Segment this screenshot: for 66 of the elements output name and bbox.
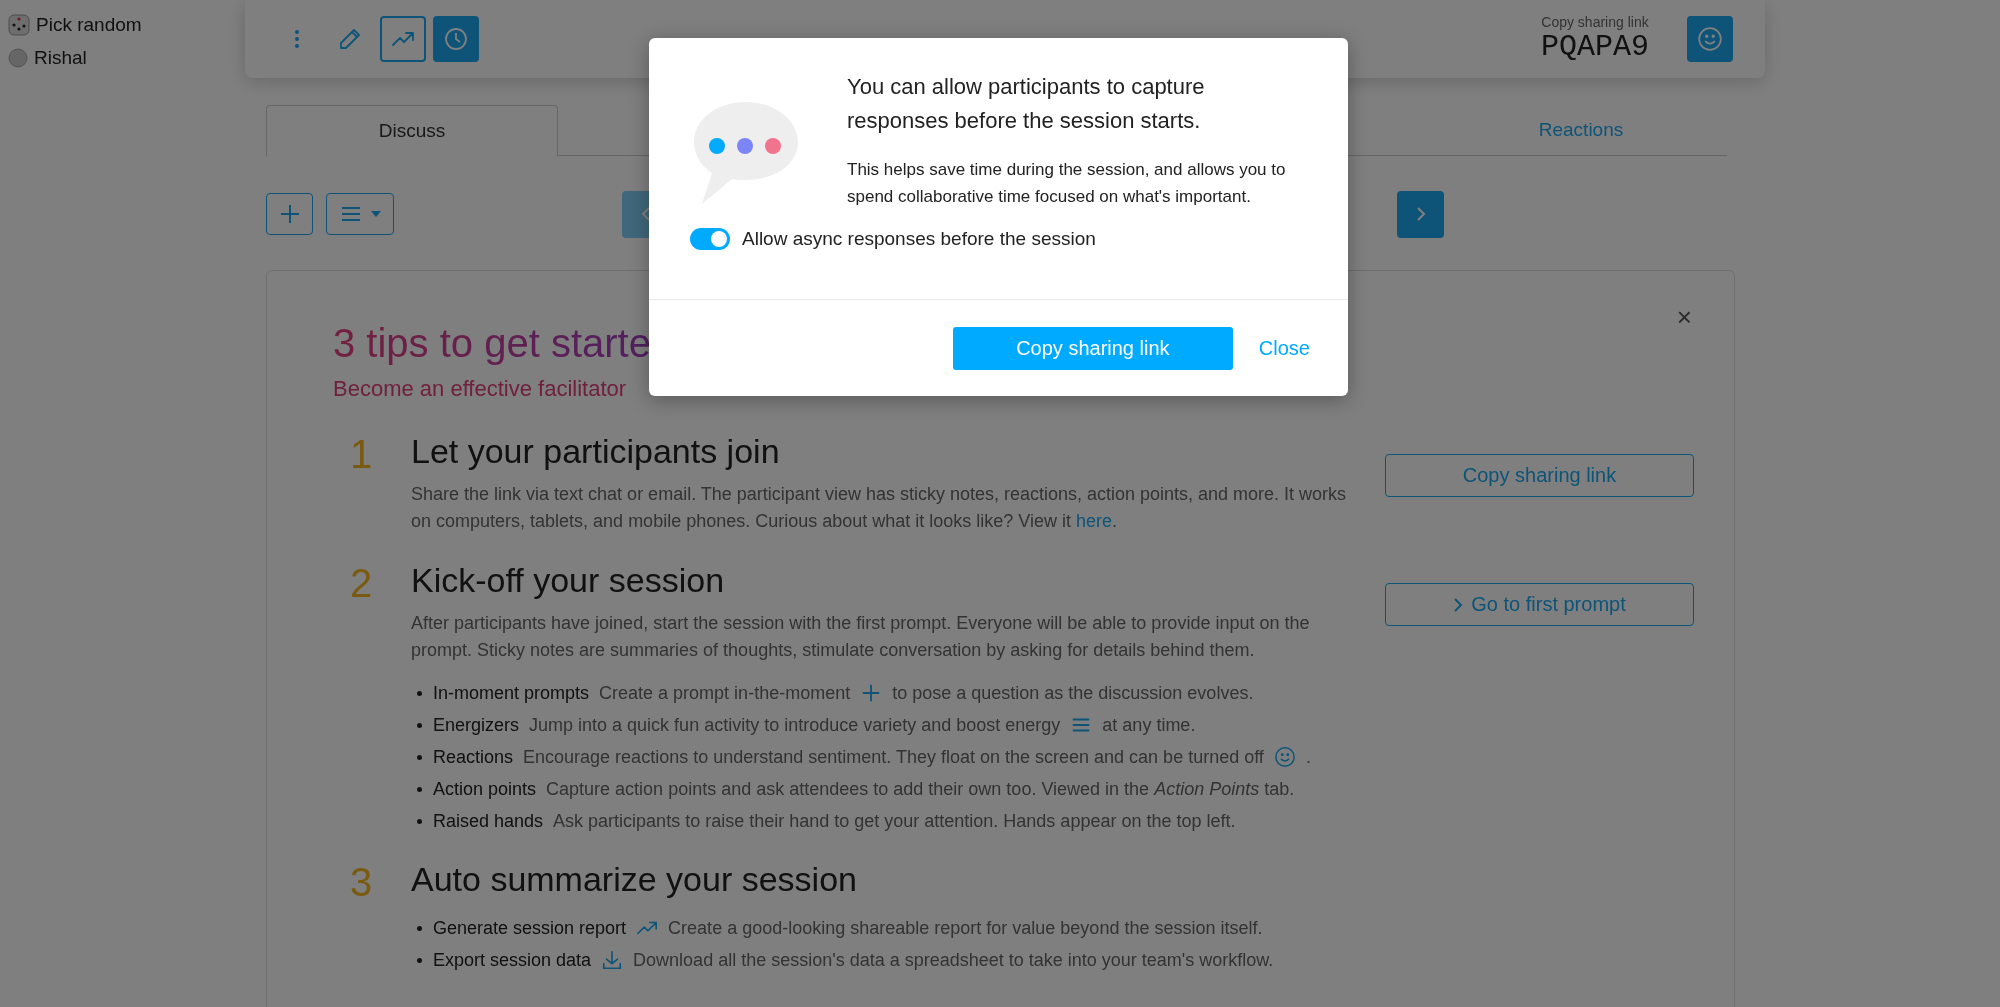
step-number: 2	[349, 561, 373, 605]
reactions-button[interactable]	[1687, 16, 1733, 62]
bullet-term: Export session data	[433, 949, 592, 972]
next-button[interactable]	[1397, 190, 1444, 238]
bullet-text: to pose a question as the discussion evolves.	[892, 682, 1254, 705]
step-description: Share the link via text chat or email. The participant view has sticky notes, reactions, action points, and more. It works on computers, tablets, and mobile phones. Curious about what it looks like? View it here.	[411, 483, 1348, 533]
chevron-icon	[1453, 596, 1464, 613]
bullet-text: Capture action points and ask attendees to add their own too. Viewed in the Action Points tab.	[546, 778, 1295, 801]
close-button[interactable]: ×	[1670, 301, 1698, 334]
bullet-dot	[417, 755, 422, 760]
bullet-text: Encourage reactions to understand sentiment. They float on the screen and can be turned off	[523, 746, 1264, 769]
bullet-term: Raised hands	[433, 810, 544, 833]
step-number: 1	[349, 432, 373, 476]
bullet-term: Reactions	[433, 746, 514, 769]
bullet-dot	[417, 787, 422, 792]
caret-icon	[371, 211, 381, 217]
share-label[interactable]: Copy sharing link	[1541, 14, 1649, 30]
clock-icon	[444, 27, 468, 51]
step-button[interactable]: Copy sharing link	[1385, 454, 1694, 497]
step-button[interactable]: Go to first prompt	[1385, 583, 1694, 626]
bullet-dot	[417, 691, 422, 696]
pencil-icon	[338, 27, 362, 51]
step-heading: Let your participants join	[411, 432, 781, 471]
bullet-text: Create a good-looking shareable report for value beyond the session itself.	[668, 917, 1263, 940]
toggle-label: Allow async responses before the session	[742, 228, 1096, 250]
smiley-icon	[1273, 746, 1296, 768]
step-number: 3	[349, 860, 373, 904]
bullet-term: In-moment prompts	[433, 682, 590, 705]
download-icon	[601, 949, 624, 971]
tips-subtitle: Become an effective facilitator	[333, 376, 628, 402]
session-code: PQAPA9	[1540, 30, 1649, 64]
bullet-text: at any time.	[1102, 714, 1196, 737]
step-heading: Auto summarize your session	[411, 860, 858, 899]
tab[interactable]: Discuss	[266, 105, 558, 157]
bullet-term: Energizers	[433, 714, 520, 737]
bullet-dot	[417, 723, 422, 728]
toolbar-button[interactable]	[380, 16, 426, 62]
bullet-dot	[417, 958, 422, 963]
bullet-term: Action points	[433, 778, 537, 801]
copy-link-button[interactable]: Copy sharing link	[952, 326, 1233, 370]
bullet-text: Download all the session's data a spreadsheet to take into your team's workflow.	[633, 949, 1274, 972]
bullet-text: Create a prompt in-the-moment	[599, 682, 851, 705]
toggle-switch[interactable]	[690, 228, 730, 250]
avatar-icon	[8, 48, 28, 68]
menu-dropdown-button[interactable]	[326, 193, 394, 235]
bullet-dot	[417, 819, 422, 824]
bullet-text: Ask participants to raise their hand to get your attention. Hands appear on the top left.	[553, 810, 1236, 833]
here-link[interactable]: here	[1076, 511, 1113, 531]
sidebar-item[interactable]: Rishal	[34, 47, 87, 69]
smiley-icon	[1697, 26, 1723, 52]
toolbar-button[interactable]	[433, 16, 479, 62]
close-link[interactable]: Close	[1258, 336, 1310, 360]
bullet-term: Generate session report	[433, 917, 627, 940]
dice-icon	[8, 14, 30, 36]
sidebar-item[interactable]: Pick random	[36, 14, 142, 36]
modal-title: You can allow participants to capture responses before the session starts.	[847, 73, 1206, 135]
step-description: After participants have joined, start the session with the first prompt. Everyone will be able to provide input on the prompt. Sticky notes are summaries of thoughts, stimulate conversation by asking for details behind them.	[411, 612, 1311, 662]
add-button[interactable]	[266, 193, 313, 235]
step-heading: Kick-off your session	[411, 561, 726, 600]
bullet-text: .	[1305, 746, 1311, 769]
bullet-text: Jump into a quick fun activity to introduce variety and boost energy	[529, 714, 1061, 737]
chevron-icon	[1415, 206, 1426, 222]
modal-description: This helps save time during the session, and allows you to spend collaborative time focused on what's important.	[847, 159, 1287, 208]
tab[interactable]: Reactions	[1435, 105, 1727, 155]
more-icon	[294, 29, 300, 49]
bullet-dot	[417, 926, 422, 931]
